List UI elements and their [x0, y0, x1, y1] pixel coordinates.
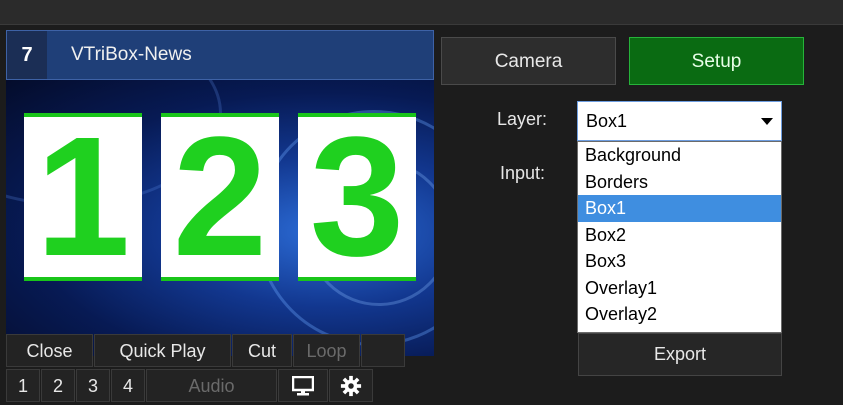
- input-label: Input:: [500, 163, 546, 183]
- setup-tab-button[interactable]: Setup: [629, 37, 804, 85]
- layer-option-box3[interactable]: Box3: [578, 248, 781, 275]
- panel-header[interactable]: 7 VTriBox-News: [6, 30, 434, 80]
- row1-spacer: [361, 334, 405, 367]
- overlay-1-button[interactable]: 1: [6, 369, 40, 402]
- layer-option-box1[interactable]: Box1: [578, 195, 781, 222]
- overlay-4-button[interactable]: 4: [111, 369, 145, 402]
- camera-tab-button[interactable]: Camera: [441, 37, 616, 85]
- layer-option-box2[interactable]: Box2: [578, 222, 781, 249]
- preview-box-2: 2: [161, 113, 279, 281]
- input-title: VTriBox-News: [71, 44, 192, 65]
- layer-label: Layer:: [497, 109, 548, 129]
- input-preview[interactable]: 1 2 3: [6, 80, 434, 356]
- cut-button[interactable]: Cut: [232, 334, 292, 367]
- overlay-2-button[interactable]: 2: [41, 369, 75, 402]
- input-panel: 7 VTriBox-News 1 2 3 Close Quick Play Cu…: [6, 30, 434, 405]
- layer-option-background[interactable]: Background: [578, 142, 781, 169]
- audio-button[interactable]: Audio: [146, 369, 277, 402]
- monitor-icon: [292, 375, 314, 395]
- input-number: 7: [7, 31, 47, 79]
- gear-icon: [340, 375, 362, 396]
- settings-button[interactable]: [329, 369, 373, 402]
- controls-row-2: 1 2 3 4 Audio: [6, 369, 374, 402]
- close-button[interactable]: Close: [6, 334, 93, 367]
- layer-option-overlay2[interactable]: Overlay2: [578, 301, 781, 328]
- chevron-down-icon: [761, 118, 773, 125]
- layer-select[interactable]: Box1: [577, 101, 782, 141]
- quick-play-button[interactable]: Quick Play: [94, 334, 231, 367]
- monitor-button[interactable]: [278, 369, 328, 402]
- layer-dropdown-list: Background Borders Box1 Box2 Box3 Overla…: [577, 141, 782, 333]
- export-button[interactable]: Export: [578, 333, 782, 376]
- layer-select-value: Box1: [586, 111, 628, 131]
- overlay-3-button[interactable]: 3: [76, 369, 110, 402]
- layer-option-borders[interactable]: Borders: [578, 169, 781, 196]
- layer-option-overlay1[interactable]: Overlay1: [578, 275, 781, 302]
- loop-button[interactable]: Loop: [293, 334, 360, 367]
- top-bar: [0, 0, 843, 25]
- preview-box-1: 1: [24, 113, 142, 281]
- controls-row-1: Close Quick Play Cut Loop: [6, 334, 406, 367]
- preview-box-3: 3: [298, 113, 416, 281]
